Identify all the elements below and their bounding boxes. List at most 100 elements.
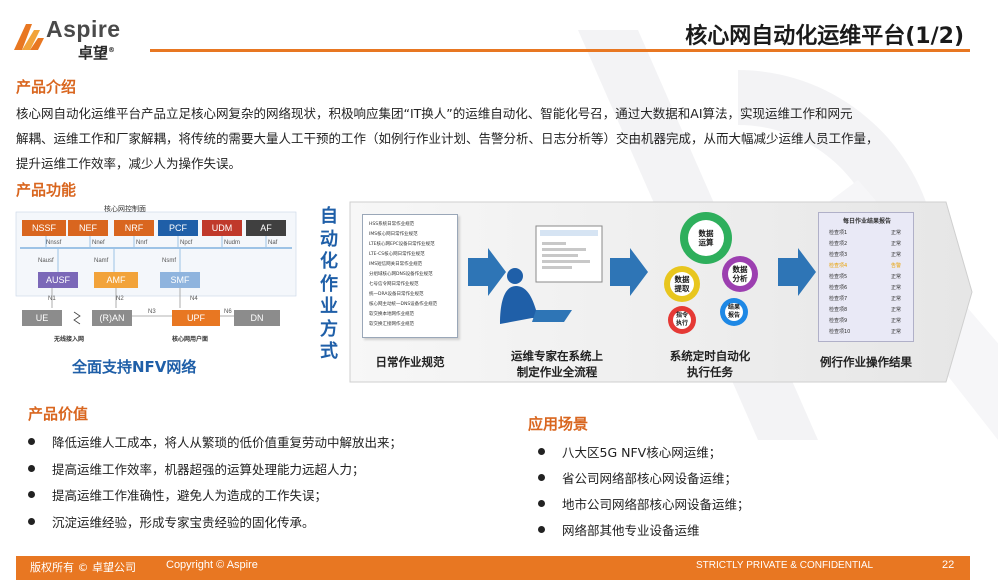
network-diagram: 核心网控制面 NSSF NEF NRF PCF UDM AF Nnssf Nne… <box>12 204 300 354</box>
doc-line: LTE-CS核心网日常作业规范 <box>369 252 425 257</box>
if-label: N1 <box>48 296 56 302</box>
page-number: 22 <box>942 559 955 571</box>
if-label: Nnssf <box>46 240 62 246</box>
bullet-icon <box>28 517 35 525</box>
report-status: 正常 <box>891 230 902 236</box>
report-status-warning: 告警 <box>891 263 902 269</box>
value-list: 降低运维人工成本，将人从繁琐的低价值重复劳动中解放出来； 提高运维工作效率，机器… <box>18 432 402 538</box>
gear-label-compute: 数据 运算 <box>698 229 714 247</box>
bullet-icon <box>538 474 545 481</box>
doc-line: HSS系统日常作业规范 <box>369 222 415 227</box>
report-status: 正常 <box>891 318 902 324</box>
doc-line: 分组域核心网DNS设备作业规范 <box>369 272 433 277</box>
if-label: N2 <box>116 296 124 302</box>
caption-ran: 无线接入网 <box>54 336 85 343</box>
report-title: 每日作业结果报告 <box>842 218 891 225</box>
list-item: 八大区5G NFV核心网运维； <box>528 442 750 468</box>
logo-text-cn: 卓望® <box>78 44 116 62</box>
report-item: 检查项6 <box>829 285 848 291</box>
list-item: 省公司网络部核心网设备运维； <box>528 468 750 494</box>
step-label-expert: 运维专家在系统上 制定作业全流程 <box>511 349 603 379</box>
if-label: Npcf <box>180 240 193 246</box>
title-rule <box>150 49 970 52</box>
report-status: 正常 <box>891 241 902 247</box>
nf-ue: UE <box>22 310 62 326</box>
report-item: 检查项10 <box>829 329 851 335</box>
footer-bar: 版权所有 © 卓望公司 Copyright © Aspire STRICTLY … <box>16 556 970 580</box>
if-label: Nsmf <box>162 258 176 264</box>
footer-copyright-cn: 版权所有 © 卓望公司 <box>30 561 136 574</box>
report-status: 正常 <box>891 252 902 258</box>
network-title: 核心网控制面 <box>104 205 146 213</box>
gear-label-exec: 指令 执行 <box>675 312 688 327</box>
intro-heading: 产品介绍 <box>16 78 77 96</box>
if-label: N3 <box>148 309 156 315</box>
intro-line: 解耦、运维工作和厂家解耦，将传统的需要大量人工干预的工作（如例行作业计划、告警分… <box>16 131 879 146</box>
automation-flow: 自动化作业方式 HSS系统日常作业规范 IMS核心网日常作业规范 LTE核心网E… <box>310 198 976 386</box>
doc-line: 七号信令网日常作业规范 <box>369 282 419 287</box>
report-item: 检查项9 <box>829 318 848 324</box>
report-status: 正常 <box>891 285 902 291</box>
bullet-icon <box>538 526 545 533</box>
nf-af: AF <box>246 220 286 236</box>
page-title: 核心网自动化运维平台(1/2) <box>685 24 964 49</box>
report-status: 正常 <box>891 296 902 302</box>
if-label: Nnef <box>92 240 105 246</box>
nf-ran: (R)AN <box>92 310 132 326</box>
nf-amf: AMF <box>94 272 138 288</box>
report-item: 检查项8 <box>829 307 848 313</box>
bullet-icon <box>28 464 35 472</box>
nf-dn: DN <box>234 310 280 326</box>
doc-line: 核心网主动统一DNS设备作业规范 <box>369 302 438 307</box>
bullet-icon <box>28 491 35 498</box>
report-item: 检查项3 <box>829 252 848 258</box>
nf-ausf: AUSF <box>38 272 78 288</box>
if-label: Nudm <box>224 240 241 246</box>
report-item: 检查项1 <box>829 230 848 236</box>
step-label-spec: 日常作业规范 <box>375 355 445 369</box>
footer-confidential: STRICTLY PRIVATE & CONFIDENTIAL <box>696 560 874 571</box>
nfv-caption: 全面支持NFV网络 <box>72 358 197 376</box>
if-label: N6 <box>224 309 232 315</box>
nf-nssf: NSSF <box>22 220 66 236</box>
scenes-list: 八大区5G NFV核心网运维； 省公司网络部核心网设备运维； 地市公司网络部核心… <box>528 442 750 546</box>
report-status: 正常 <box>891 329 902 335</box>
nf-upf: UPF <box>172 310 220 326</box>
intro-paragraph: 核心网自动化运维平台产品立足核心网复杂的网络现状，积极响应集团“IT换人”的运维… <box>16 101 976 176</box>
bullet-icon <box>538 500 545 507</box>
nf-nrf: NRF <box>114 220 154 236</box>
if-label: Nnrf <box>136 240 148 246</box>
list-item: 提高运维工作效率，机器超强的运算处理能力远超人力； <box>18 459 402 486</box>
list-item: 地市公司网络部核心网设备运维； <box>528 494 750 520</box>
if-label: Nausf <box>38 258 54 264</box>
aspire-logo-mark-icon <box>14 24 44 50</box>
list-item: 沉淀运维经验，形成专家宝贵经验的固化传承。 <box>18 512 402 539</box>
flow-vertical-label: 自动化作业方式 <box>320 206 338 362</box>
list-item: 网络部其他专业设备运维 <box>528 520 750 546</box>
report-item: 检查项2 <box>829 241 848 247</box>
nf-smf: SMF <box>160 272 200 288</box>
doc-line: 软交换本地网作业规范 <box>369 312 414 317</box>
list-item: 降低运维人工成本，将人从繁琐的低价值重复劳动中解放出来； <box>18 432 402 459</box>
step-label-result: 例行作业操作结果 <box>820 355 912 369</box>
nf-udm: UDM <box>202 220 242 236</box>
doc-line: 统一DRA设备日常作业规范 <box>369 292 424 297</box>
doc-line: LTE核心网EPC设备日常作业规范 <box>369 242 435 247</box>
intro-line: 核心网自动化运维平台产品立足核心网复杂的网络现状，积极响应集团“IT换人”的运维… <box>16 106 853 121</box>
logo-text-en: Aspire <box>46 16 121 42</box>
doc-line: 软交换汇接网作业规范 <box>369 322 414 327</box>
list-item: 提高运维工作准确性，避免人为造成的工作失误； <box>18 485 402 512</box>
if-label: Naf <box>268 240 278 246</box>
nf-pcf: PCF <box>158 220 198 236</box>
step-label-system: 系统定时自动化 执行任务 <box>669 349 751 379</box>
report-item: 检查项7 <box>829 296 848 302</box>
daily-result-report: 每日作业结果报告 检查项1 正常 检查项2 正常 检查项3 正常 检查项4 告警… <box>818 212 914 342</box>
report-status: 正常 <box>891 274 902 280</box>
value-heading: 产品价值 <box>28 405 89 423</box>
aspire-logo: Aspire 卓望® <box>12 14 142 62</box>
scenes-heading: 应用场景 <box>528 415 589 433</box>
footer-copyright-en: Copyright © Aspire <box>166 559 258 571</box>
caption-user-plane: 核心网用户面 <box>172 336 209 343</box>
doc-line: IMS核心网日常作业规范 <box>369 232 418 237</box>
work-spec-document: HSS系统日常作业规范 IMS核心网日常作业规范 LTE核心网EPC设备日常作业… <box>362 214 458 338</box>
